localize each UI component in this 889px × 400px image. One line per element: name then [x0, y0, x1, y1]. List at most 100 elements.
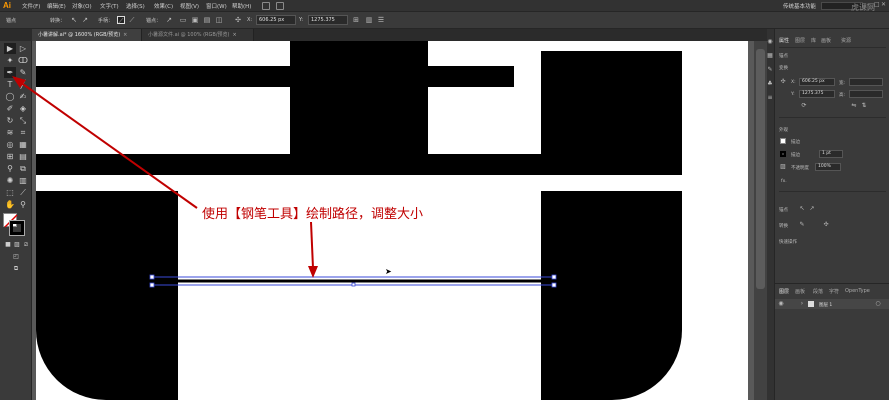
- glyph-left-leg[interactable]: [36, 191, 178, 400]
- rotate-icon[interactable]: ⟳: [801, 103, 807, 109]
- symbol-sprayer-tool-icon[interactable]: ✺: [4, 175, 16, 186]
- glyph-right-top-block[interactable]: [541, 51, 682, 175]
- isolate-icon[interactable]: ▤: [203, 16, 211, 24]
- stroke-panel-icon[interactable]: ≡: [767, 95, 773, 101]
- glyph-center-block[interactable]: [290, 41, 428, 154]
- tab-artboards[interactable]: 画板: [821, 37, 831, 44]
- reference-point-icon[interactable]: ✣: [780, 79, 786, 85]
- cut-path-icon[interactable]: ▣: [191, 16, 199, 24]
- bridge-icon[interactable]: [262, 2, 270, 10]
- more-options-icon[interactable]: ☰: [377, 16, 385, 24]
- h-field[interactable]: [849, 90, 883, 98]
- menu-edit[interactable]: 编辑(E): [47, 2, 66, 10]
- type-tool-icon[interactable]: T: [4, 79, 16, 90]
- tab-character[interactable]: 字符: [829, 288, 839, 295]
- selection-tool-icon[interactable]: ▶: [4, 43, 16, 54]
- convert-corner-icon[interactable]: ↖: [799, 206, 805, 212]
- close-tab-icon[interactable]: ×: [232, 29, 236, 41]
- shaper-tool-icon[interactable]: ✐: [4, 103, 16, 114]
- mesh-tool-icon[interactable]: ⊞: [4, 151, 16, 162]
- tab-layers[interactable]: 图层: [795, 37, 805, 44]
- y-field[interactable]: 1275.375: [308, 15, 348, 25]
- tab-assets[interactable]: 资源: [841, 37, 851, 44]
- glyph-bar-top[interactable]: [36, 66, 514, 87]
- line-tool-icon[interactable]: ╱: [17, 79, 29, 90]
- stroke-swatch[interactable]: [9, 220, 25, 236]
- opacity-field[interactable]: 100%: [815, 163, 841, 171]
- handle-hide-icon[interactable]: ⟋: [117, 16, 125, 25]
- menu-view[interactable]: 视图(V): [180, 2, 199, 10]
- rotate-tool-icon[interactable]: ↻: [4, 115, 16, 126]
- curvature-tool-icon[interactable]: ✎: [17, 67, 29, 78]
- tab-properties[interactable]: 属性: [779, 37, 789, 44]
- stroke-row-label[interactable]: 描边: [791, 152, 800, 158]
- x-field[interactable]: 606.25 px: [799, 78, 835, 86]
- blend-tool-icon[interactable]: ⧉: [17, 163, 29, 174]
- arrange-icon[interactable]: ▥: [365, 16, 373, 24]
- close-tab-icon[interactable]: ×: [123, 29, 127, 41]
- menu-object[interactable]: 对象(O): [72, 2, 92, 10]
- close-icon[interactable]: ✕: [881, 2, 887, 8]
- w-field[interactable]: [849, 78, 883, 86]
- tab-paragraph[interactable]: 段落: [813, 288, 823, 295]
- menu-file[interactable]: 文件(F): [22, 2, 40, 10]
- align-icon[interactable]: ◫: [215, 16, 223, 24]
- pen-tool-icon[interactable]: ✒: [4, 67, 16, 78]
- menu-help[interactable]: 帮助(H): [232, 2, 251, 10]
- fx-button[interactable]: fx.: [781, 179, 787, 184]
- tab-inactive-document[interactable]: 小暑源文件.ai @ 100% (RGB/预览) ×: [142, 29, 254, 41]
- tab-artboards[interactable]: 画板: [795, 288, 805, 295]
- menu-type[interactable]: 文字(T): [100, 2, 119, 10]
- vertical-scrollbar[interactable]: [754, 41, 767, 400]
- warp-tool-icon[interactable]: ≋: [4, 127, 16, 138]
- arrange-documents-icon[interactable]: [276, 2, 284, 10]
- menu-select[interactable]: 选择(S): [126, 2, 145, 10]
- brushes-panel-icon[interactable]: ✎: [767, 67, 773, 73]
- scrollbar-thumb[interactable]: [756, 49, 765, 289]
- eyedropper-tool-icon[interactable]: ⚲: [4, 163, 16, 174]
- slice-tool-icon[interactable]: ⟋: [17, 187, 29, 198]
- tab-opentype[interactable]: OpenType: [845, 288, 870, 294]
- menu-effect[interactable]: 效果(C): [154, 2, 173, 10]
- transform-icon[interactable]: ⊞: [352, 16, 360, 24]
- y-field[interactable]: 1275.375: [799, 90, 835, 98]
- color-panel-icon[interactable]: ◉: [767, 39, 773, 45]
- scale-tool-icon[interactable]: ⤡: [17, 115, 29, 126]
- shape-builder-tool-icon[interactable]: ◎: [4, 139, 16, 150]
- menu-window[interactable]: 窗口(W): [206, 2, 227, 10]
- zoom-tool-icon[interactable]: ⚲: [17, 199, 29, 210]
- magic-wand-tool-icon[interactable]: ✦: [4, 55, 16, 66]
- hand-tool-icon[interactable]: ✋: [4, 199, 16, 210]
- convert-smooth-icon[interactable]: ↗: [81, 16, 89, 24]
- symbols-panel-icon[interactable]: ♣: [767, 81, 773, 87]
- ellipse-tool-icon[interactable]: ◯: [4, 91, 16, 102]
- stroke-swatch-icon[interactable]: [780, 151, 786, 157]
- handle-show-icon[interactable]: ⟋: [128, 16, 136, 24]
- target-icon[interactable]: ○: [875, 301, 881, 307]
- perspective-grid-tool-icon[interactable]: ▦: [17, 139, 29, 150]
- x-field[interactable]: 606.25 px: [256, 15, 296, 25]
- eye-icon[interactable]: ◉: [778, 301, 784, 307]
- handle-icon[interactable]: ✎: [799, 222, 805, 228]
- free-transform-tool-icon[interactable]: ⌗: [17, 127, 29, 138]
- gradient-tool-icon[interactable]: ▤: [17, 151, 29, 162]
- tab-layers[interactable]: 图层: [779, 288, 789, 295]
- anchor-icon[interactable]: ✣: [823, 222, 829, 228]
- connect-endpoints-icon[interactable]: ▭: [179, 16, 187, 24]
- flip-icon[interactable]: ⇋: [851, 103, 857, 109]
- swatches-panel-icon[interactable]: ▦: [767, 53, 773, 59]
- glyph-right-leg[interactable]: [541, 191, 682, 400]
- artboard-tool-icon[interactable]: ⬚: [4, 187, 16, 198]
- drawing-mode-icon[interactable]: ◰: [10, 251, 22, 262]
- chevron-right-icon[interactable]: ›: [799, 301, 805, 307]
- tab-active-document[interactable]: 小暑讲解.ai* @ 1600% (RGB/预览) ×: [32, 29, 142, 41]
- fill-swatch-icon[interactable]: [780, 138, 786, 144]
- remove-anchor-icon[interactable]: ↗: [165, 16, 173, 24]
- lasso-tool-icon[interactable]: ↀ: [17, 55, 29, 66]
- layer-row[interactable]: ◉ › 图层 1 ○: [775, 299, 889, 309]
- screen-mode-icon[interactable]: ⧉: [10, 263, 22, 274]
- flip-vertical-icon[interactable]: ⇅: [861, 103, 867, 109]
- convert-smooth-icon[interactable]: ↗: [809, 206, 815, 212]
- brush-tool-icon[interactable]: ✍: [17, 91, 29, 102]
- eraser-tool-icon[interactable]: ◈: [17, 103, 29, 114]
